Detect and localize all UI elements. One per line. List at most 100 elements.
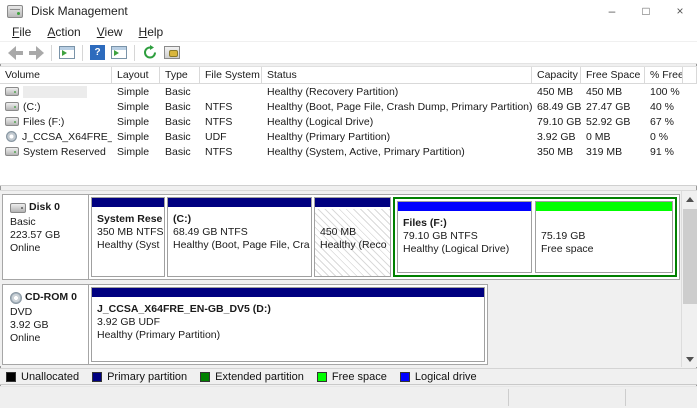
table-row-c[interactable]: (C:) Simple Basic NTFS Healthy (Boot, Pa… bbox=[0, 99, 697, 114]
column-header-file-system[interactable]: File System bbox=[200, 67, 262, 83]
cell-status: Healthy (Boot, Page File, Crash Dump, Pr… bbox=[262, 99, 532, 114]
partition-size: 450 MB bbox=[320, 226, 390, 239]
partition-size: 68.49 GB NTFS bbox=[173, 226, 311, 239]
table-row-system-reserved[interactable]: System Reserved Simple Basic NTFS Health… bbox=[0, 144, 697, 159]
partition-recovery[interactable]: 450 MB Healthy (Reco bbox=[314, 197, 391, 277]
cell-free-space: 319 MB bbox=[581, 144, 645, 159]
cell-status: Healthy (System, Active, Primary Partiti… bbox=[262, 144, 532, 159]
console-tree-icon[interactable] bbox=[59, 46, 75, 59]
status-bar-separator bbox=[625, 389, 626, 406]
primary-partition-bar bbox=[92, 288, 484, 298]
forward-icon[interactable] bbox=[29, 48, 44, 58]
cell-volume: (C:) bbox=[23, 101, 41, 113]
menu-file[interactable]: File bbox=[4, 23, 39, 41]
scrollbar-thumb[interactable] bbox=[683, 209, 697, 304]
disk-kind: DVD bbox=[10, 306, 88, 319]
partition-status: Free space bbox=[541, 243, 672, 256]
disk0-label-panel[interactable]: Disk 0 Basic 223.57 GB Online bbox=[3, 195, 89, 279]
menu-action[interactable]: Action bbox=[39, 23, 88, 41]
cell-type: Basic bbox=[160, 114, 200, 129]
menubar: File Action View Help bbox=[0, 22, 697, 42]
cell-pct-free: 91 % bbox=[645, 144, 683, 159]
legend-free-space: Free space bbox=[317, 371, 387, 383]
status-bar bbox=[0, 386, 697, 408]
column-header-pct-free[interactable]: % Free bbox=[645, 67, 683, 83]
rescan-disks-icon[interactable] bbox=[164, 46, 180, 59]
partition-name: J_CCSA_X64FRE_EN-GB_DV5 (D:) bbox=[97, 303, 484, 316]
column-header-status[interactable]: Status bbox=[262, 67, 532, 83]
cell-type: Basic bbox=[160, 84, 200, 99]
cell-layout: Simple bbox=[112, 84, 160, 99]
cell-free-space: 27.47 GB bbox=[581, 99, 645, 114]
partition-dvd-d[interactable]: J_CCSA_X64FRE_EN-GB_DV5 (D:) 3.92 GB UDF… bbox=[91, 287, 485, 362]
toolbar-separator bbox=[51, 45, 52, 61]
disk-kind: Basic bbox=[10, 216, 88, 229]
cell-volume: J_CCSA_X64FRE_E... bbox=[22, 131, 112, 143]
legend-bar: Unallocated Primary partition Extended p… bbox=[0, 368, 697, 385]
partition-name bbox=[320, 213, 390, 226]
partition-size: 350 MB NTFS bbox=[97, 226, 164, 239]
column-header-type[interactable]: Type bbox=[160, 67, 200, 83]
cell-pct-free: 67 % bbox=[645, 114, 683, 129]
column-header-capacity[interactable]: Capacity bbox=[532, 67, 581, 83]
close-button[interactable]: × bbox=[663, 0, 697, 22]
partition-name: (C:) bbox=[173, 213, 311, 226]
disk-size: 223.57 GB bbox=[10, 229, 88, 242]
drive-icon bbox=[5, 87, 19, 96]
primary-partition-bar bbox=[168, 198, 311, 208]
disk-name: CD-ROM 0 bbox=[25, 291, 77, 304]
table-row-dvd[interactable]: J_CCSA_X64FRE_E... Simple Basic UDF Heal… bbox=[0, 129, 697, 144]
table-row-files-f[interactable]: Files (F:) Simple Basic NTFS Healthy (Lo… bbox=[0, 114, 697, 129]
refresh-icon[interactable] bbox=[142, 45, 158, 60]
cell-volume: System Reserved bbox=[23, 146, 106, 158]
titlebar: Disk Management – □ × bbox=[0, 0, 697, 22]
cell-status: Healthy (Recovery Partition) bbox=[262, 84, 532, 99]
menu-help[interactable]: Help bbox=[131, 23, 172, 41]
volume-list-header: Volume Layout Type File System Status Ca… bbox=[0, 67, 697, 84]
maximize-button[interactable]: □ bbox=[629, 0, 663, 22]
cell-volume: Files (F:) bbox=[23, 116, 64, 128]
cell-status: Healthy (Logical Drive) bbox=[262, 114, 532, 129]
legend-label: Primary partition bbox=[107, 371, 187, 383]
partition-c[interactable]: (C:) 68.49 GB NTFS Healthy (Boot, Page F… bbox=[167, 197, 312, 277]
cell-type: Basic bbox=[160, 144, 200, 159]
partition-system-reserved[interactable]: System Rese 350 MB NTFS Healthy (Syst bbox=[91, 197, 165, 277]
disk-name: Disk 0 bbox=[29, 201, 60, 214]
cell-file-system: NTFS bbox=[200, 114, 262, 129]
cell-pct-free: 0 % bbox=[645, 129, 683, 144]
partition-files-f[interactable]: Files (F:) 79.10 GB NTFS Healthy (Logica… bbox=[397, 201, 532, 273]
legend-extended-partition: Extended partition bbox=[200, 371, 304, 383]
cell-free-space: 450 MB bbox=[581, 84, 645, 99]
empty-volume-name bbox=[23, 86, 87, 98]
disc-icon bbox=[6, 131, 17, 142]
help-icon[interactable]: ? bbox=[90, 45, 105, 60]
volume-list: Volume Layout Type File System Status Ca… bbox=[0, 66, 697, 186]
legend-primary-partition: Primary partition bbox=[92, 371, 187, 383]
scroll-up-icon[interactable] bbox=[682, 191, 697, 207]
cell-capacity: 350 MB bbox=[532, 144, 581, 159]
disk-management-window: Disk Management – □ × File Action View H… bbox=[0, 0, 697, 408]
column-header-volume[interactable]: Volume bbox=[0, 67, 112, 83]
free-space-swatch bbox=[317, 372, 327, 382]
column-header-layout[interactable]: Layout bbox=[112, 67, 160, 83]
menu-view[interactable]: View bbox=[89, 23, 131, 41]
status-bar-separator bbox=[508, 389, 509, 406]
scroll-down-icon[interactable] bbox=[682, 351, 697, 367]
cdrom0-label-panel[interactable]: CD-ROM 0 DVD 3.92 GB Online bbox=[3, 285, 89, 364]
disk-state: Online bbox=[10, 332, 88, 345]
table-row-recovery[interactable]: Simple Basic Healthy (Recovery Partition… bbox=[0, 84, 697, 99]
cd-rom-icon bbox=[10, 292, 22, 304]
cell-capacity: 3.92 GB bbox=[532, 129, 581, 144]
legend-label: Extended partition bbox=[215, 371, 304, 383]
partition-name bbox=[541, 217, 672, 230]
show-action-pane-icon[interactable] bbox=[111, 46, 127, 59]
cell-capacity: 68.49 GB bbox=[532, 99, 581, 114]
back-icon[interactable] bbox=[8, 48, 23, 58]
column-header-free-space[interactable]: Free Space bbox=[581, 67, 645, 83]
partition-free-space[interactable]: 75.19 GB Free space bbox=[535, 201, 673, 273]
minimize-button[interactable]: – bbox=[595, 0, 629, 22]
hard-disk-icon bbox=[10, 203, 26, 213]
vertical-scrollbar[interactable] bbox=[681, 191, 697, 367]
disk-state: Online bbox=[10, 242, 88, 255]
partition-name: Files (F:) bbox=[403, 217, 531, 230]
